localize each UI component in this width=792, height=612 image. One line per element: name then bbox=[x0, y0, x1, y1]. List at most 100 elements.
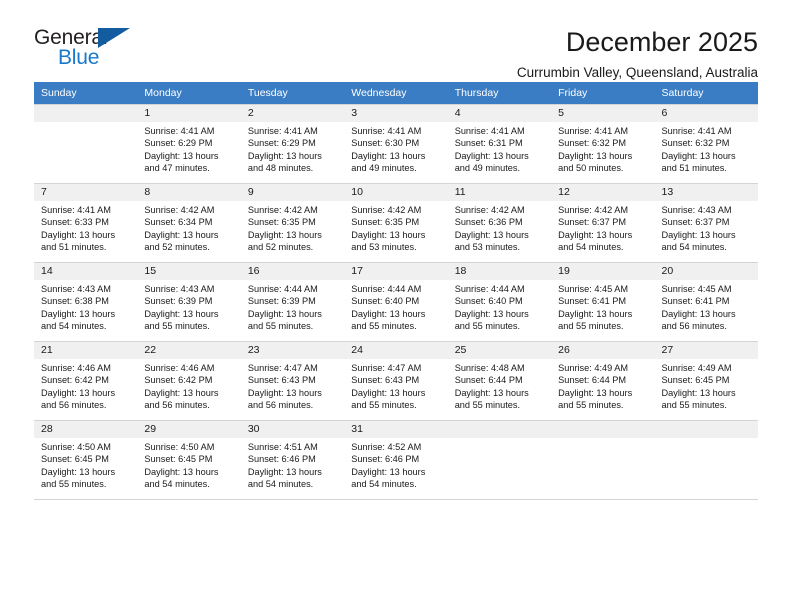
calendar-day-cell[interactable]: 2 Sunrise: 4:41 AM Sunset: 6:29 PM Daylight… bbox=[240, 104, 345, 184]
daylight-text: and 51 minutes. bbox=[41, 242, 107, 253]
daylight-text: and 50 minutes. bbox=[558, 163, 624, 174]
daylight-text: Daylight: 13 hours bbox=[351, 466, 426, 477]
daylight-text: Daylight: 13 hours bbox=[41, 229, 116, 240]
daylight-text: and 56 minutes. bbox=[247, 400, 314, 411]
daylight-text: and 55 minutes. bbox=[454, 321, 521, 332]
day-number bbox=[654, 421, 758, 438]
sunset-text: Sunset: 6:32 PM bbox=[558, 138, 627, 149]
day-number: 8 bbox=[137, 184, 241, 201]
daylight-text: Daylight: 13 hours bbox=[558, 387, 633, 398]
day-details: Sunrise: 4:44 AM Sunset: 6:40 PM Daylight:… bbox=[344, 280, 447, 333]
calendar-header-row: Sunday Monday Tuesday Wednesday Thursday Frid… bbox=[34, 82, 758, 105]
day-number: 21 bbox=[34, 342, 138, 359]
weekday-header-saturday: Saturday bbox=[654, 82, 758, 105]
weekday-header-wednesday: Wednesday bbox=[344, 82, 448, 105]
calendar-day-cell[interactable]: 9 Sunrise: 4:42 AM Sunset: 6:35 PM Daylight… bbox=[240, 183, 345, 263]
day-details: Sunrise: 4:51 AM Sunset: 6:46 PM Daylight:… bbox=[241, 438, 344, 491]
calendar-day-cell[interactable]: 4 Sunrise: 4:41 AM Sunset: 6:31 PM Daylight… bbox=[447, 104, 552, 184]
day-number: 24 bbox=[344, 342, 448, 359]
daylight-text: Daylight: 13 hours bbox=[454, 150, 529, 161]
day-number: 14 bbox=[34, 263, 138, 280]
calendar-day-cell[interactable]: 8 Sunrise: 4:42 AM Sunset: 6:34 PM Daylight… bbox=[137, 183, 241, 263]
calendar-day-cell[interactable]: 27 Sunrise: 4:49 AM Sunset: 6:45 PM Dayligh… bbox=[654, 341, 758, 421]
daylight-text: and 54 minutes. bbox=[144, 479, 210, 490]
daylight-text: Daylight: 13 hours bbox=[247, 308, 322, 319]
day-number: 16 bbox=[240, 263, 345, 280]
sunset-text: Sunset: 6:44 PM bbox=[558, 375, 627, 386]
day-number: 20 bbox=[654, 263, 758, 280]
sunrise-text: Sunrise: 4:49 AM bbox=[558, 363, 629, 373]
sunset-text: Sunset: 6:45 PM bbox=[41, 454, 109, 465]
daylight-text: and 55 minutes. bbox=[351, 400, 417, 411]
daylight-text: and 55 minutes. bbox=[454, 400, 521, 411]
daylight-text: Daylight: 13 hours bbox=[144, 150, 219, 161]
calendar-day-cell[interactable]: 29 Sunrise: 4:50 AM Sunset: 6:45 PM Dayligh… bbox=[137, 420, 241, 500]
daylight-text: Daylight: 13 hours bbox=[247, 229, 322, 240]
sunset-text: Sunset: 6:41 PM bbox=[558, 296, 627, 307]
calendar-day-cell[interactable]: 19 Sunrise: 4:45 AM Sunset: 6:41 PM Dayligh… bbox=[551, 262, 655, 342]
calendar-day-cell[interactable]: 12 Sunrise: 4:42 AM Sunset: 6:37 PM Dayligh… bbox=[551, 183, 655, 263]
weekday-header-tuesday: Tuesday bbox=[240, 82, 345, 105]
calendar-day-cell[interactable]: 13 Sunrise: 4:43 AM Sunset: 6:37 PM Dayligh… bbox=[654, 183, 758, 263]
calendar-day-cell[interactable]: 20 Sunrise: 4:45 AM Sunset: 6:41 PM Dayligh… bbox=[654, 262, 758, 342]
daylight-text: and 56 minutes. bbox=[661, 321, 727, 332]
day-details: Sunrise: 4:50 AM Sunset: 6:45 PM Daylight:… bbox=[34, 438, 137, 491]
day-number: 7 bbox=[34, 184, 138, 201]
sunset-text: Sunset: 6:44 PM bbox=[454, 375, 523, 386]
calendar-empty-cell bbox=[447, 420, 552, 500]
calendar-empty-cell bbox=[34, 104, 138, 184]
calendar-day-cell[interactable]: 14 Sunrise: 4:43 AM Sunset: 6:38 PM Dayligh… bbox=[34, 262, 138, 342]
calendar-day-cell[interactable]: 7 Sunrise: 4:41 AM Sunset: 6:33 PM Daylight… bbox=[34, 183, 138, 263]
day-details: Sunrise: 4:47 AM Sunset: 6:43 PM Daylight:… bbox=[241, 359, 344, 412]
calendar-day-cell[interactable]: 15 Sunrise: 4:43 AM Sunset: 6:39 PM Dayligh… bbox=[137, 262, 241, 342]
calendar-day-cell[interactable]: 24 Sunrise: 4:47 AM Sunset: 6:43 PM Dayligh… bbox=[344, 341, 448, 421]
sunrise-text: Sunrise: 4:46 AM bbox=[144, 363, 215, 373]
day-details: Sunrise: 4:42 AM Sunset: 6:36 PM Daylight:… bbox=[448, 201, 551, 254]
sunrise-text: Sunrise: 4:50 AM bbox=[41, 442, 111, 452]
sunrise-text: Sunrise: 4:43 AM bbox=[41, 284, 111, 294]
calendar-day-cell[interactable]: 22 Sunrise: 4:46 AM Sunset: 6:42 PM Dayligh… bbox=[137, 341, 241, 421]
sunset-text: Sunset: 6:40 PM bbox=[351, 296, 420, 307]
day-number bbox=[34, 105, 138, 122]
daylight-text: Daylight: 13 hours bbox=[454, 387, 529, 398]
daylight-text: and 55 minutes. bbox=[351, 321, 417, 332]
calendar-day-cell[interactable]: 16 Sunrise: 4:44 AM Sunset: 6:39 PM Dayligh… bbox=[240, 262, 345, 342]
calendar-day-cell[interactable]: 31 Sunrise: 4:52 AM Sunset: 6:46 PM Dayligh… bbox=[344, 420, 448, 500]
calendar-day-cell[interactable]: 11 Sunrise: 4:42 AM Sunset: 6:36 PM Dayligh… bbox=[447, 183, 552, 263]
calendar-day-cell[interactable]: 25 Sunrise: 4:48 AM Sunset: 6:44 PM Dayligh… bbox=[447, 341, 552, 421]
day-details: Sunrise: 4:41 AM Sunset: 6:32 PM Daylight:… bbox=[655, 122, 758, 175]
calendar-day-cell[interactable]: 1 Sunrise: 4:41 AM Sunset: 6:29 PM Daylight… bbox=[137, 104, 241, 184]
day-number: 15 bbox=[137, 263, 241, 280]
day-details: Sunrise: 4:43 AM Sunset: 6:39 PM Daylight:… bbox=[137, 280, 240, 333]
daylight-text: Daylight: 13 hours bbox=[351, 150, 426, 161]
daylight-text: and 48 minutes. bbox=[247, 163, 314, 174]
calendar-day-cell[interactable]: 3 Sunrise: 4:41 AM Sunset: 6:30 PM Daylight… bbox=[344, 104, 448, 184]
sunset-text: Sunset: 6:29 PM bbox=[247, 138, 316, 149]
daylight-text: Daylight: 13 hours bbox=[558, 150, 633, 161]
day-details: Sunrise: 4:45 AM Sunset: 6:41 PM Daylight:… bbox=[655, 280, 758, 333]
calendar-day-cell[interactable]: 28 Sunrise: 4:50 AM Sunset: 6:45 PM Dayligh… bbox=[34, 420, 138, 500]
day-number: 4 bbox=[447, 105, 552, 122]
calendar-day-cell[interactable]: 26 Sunrise: 4:49 AM Sunset: 6:44 PM Dayligh… bbox=[551, 341, 655, 421]
sunrise-text: Sunrise: 4:41 AM bbox=[247, 126, 318, 136]
calendar-day-cell[interactable]: 6 Sunrise: 4:41 AM Sunset: 6:32 PM Daylight… bbox=[654, 104, 758, 184]
sunrise-text: Sunrise: 4:42 AM bbox=[558, 205, 629, 215]
calendar-day-cell[interactable]: 18 Sunrise: 4:44 AM Sunset: 6:40 PM Dayligh… bbox=[447, 262, 552, 342]
sunrise-text: Sunrise: 4:42 AM bbox=[454, 205, 525, 215]
daylight-text: and 54 minutes. bbox=[41, 321, 107, 332]
calendar-day-cell[interactable]: 21 Sunrise: 4:46 AM Sunset: 6:42 PM Dayligh… bbox=[34, 341, 138, 421]
calendar-day-cell[interactable]: 23 Sunrise: 4:47 AM Sunset: 6:43 PM Dayligh… bbox=[240, 341, 345, 421]
daylight-text: and 55 minutes. bbox=[558, 400, 624, 411]
calendar-day-cell[interactable]: 30 Sunrise: 4:51 AM Sunset: 6:46 PM Dayligh… bbox=[240, 420, 345, 500]
sunrise-text: Sunrise: 4:41 AM bbox=[351, 126, 422, 136]
sunset-text: Sunset: 6:43 PM bbox=[247, 375, 316, 386]
calendar-week-row: 21 Sunrise: 4:46 AM Sunset: 6:42 PM Dayligh… bbox=[34, 341, 758, 421]
calendar-day-cell[interactable]: 5 Sunrise: 4:41 AM Sunset: 6:32 PM Daylight… bbox=[551, 104, 655, 184]
daylight-text: and 51 minutes. bbox=[661, 163, 727, 174]
daylight-text: and 54 minutes. bbox=[661, 242, 727, 253]
calendar-day-cell[interactable]: 17 Sunrise: 4:44 AM Sunset: 6:40 PM Dayligh… bbox=[344, 262, 448, 342]
sunset-text: Sunset: 6:45 PM bbox=[661, 375, 730, 386]
day-details: Sunrise: 4:42 AM Sunset: 6:35 PM Daylight:… bbox=[241, 201, 344, 254]
calendar-day-cell[interactable]: 10 Sunrise: 4:42 AM Sunset: 6:35 PM Dayligh… bbox=[344, 183, 448, 263]
sunrise-text: Sunrise: 4:50 AM bbox=[144, 442, 215, 452]
